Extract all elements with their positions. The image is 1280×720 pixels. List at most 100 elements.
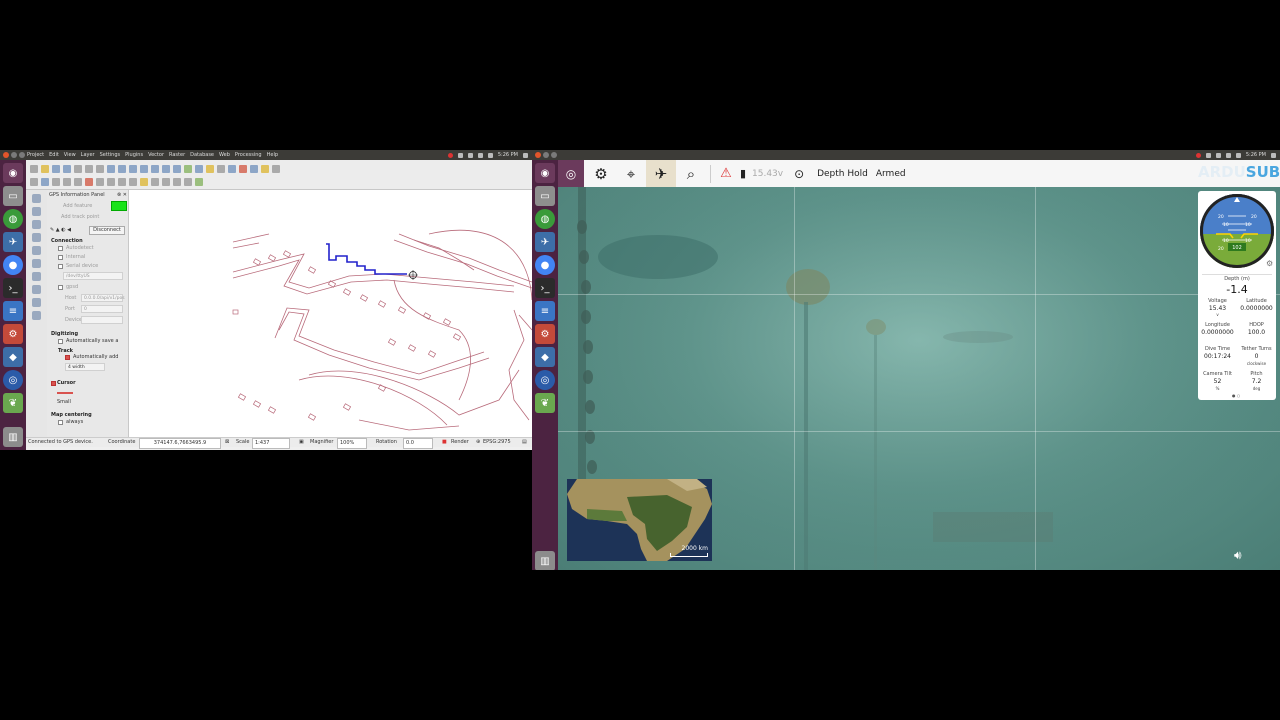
analyze-icon[interactable]: ⌕ bbox=[676, 160, 706, 187]
menu-plugins[interactable]: Plugins bbox=[125, 150, 143, 160]
add-wms-layer-icon[interactable] bbox=[32, 272, 41, 281]
gpsd-radio[interactable] bbox=[58, 285, 63, 290]
zoom-full-icon[interactable] bbox=[129, 165, 137, 173]
magnifier-field[interactable]: 100% bbox=[337, 438, 367, 449]
maximize-window-button[interactable] bbox=[551, 152, 557, 158]
dash-icon[interactable]: ◉ bbox=[3, 163, 23, 183]
wifi-icon[interactable] bbox=[1215, 152, 1221, 158]
attribute-table-icon[interactable] bbox=[228, 165, 236, 173]
leaf-app-icon[interactable]: ❦ bbox=[3, 393, 23, 413]
text-editor-icon[interactable]: ≡ bbox=[3, 301, 23, 321]
add-oracle-layer-icon[interactable] bbox=[32, 259, 41, 268]
qgc-app-icon[interactable]: ◎ bbox=[535, 370, 555, 390]
panel-tab-icons[interactable]: ✎ ▲ ◐ ◀ bbox=[50, 227, 71, 233]
add-track-point-button[interactable]: Add track point bbox=[61, 214, 99, 220]
crs-label[interactable]: EPSG:2975 bbox=[483, 438, 511, 447]
map-canvas[interactable] bbox=[129, 190, 532, 440]
new-project-icon[interactable] bbox=[30, 165, 38, 173]
serial-device-radio[interactable] bbox=[58, 264, 63, 269]
device-field[interactable] bbox=[81, 316, 123, 324]
leaf-app-icon[interactable]: ❦ bbox=[535, 393, 555, 413]
scale-field[interactable]: 1:437 bbox=[252, 438, 290, 449]
terminal-icon[interactable]: ›_ bbox=[535, 278, 555, 298]
settings-gears-icon[interactable]: ⚙ bbox=[586, 160, 616, 187]
add-wcs-layer-icon[interactable] bbox=[32, 285, 41, 294]
record-icon[interactable] bbox=[447, 152, 453, 158]
refresh-icon[interactable] bbox=[184, 165, 192, 173]
add-feature-button[interactable]: Add feature bbox=[63, 203, 92, 209]
add-raster-layer-icon[interactable] bbox=[32, 207, 41, 216]
menu-vector[interactable]: Vector bbox=[148, 150, 164, 160]
composer-manager-icon[interactable] bbox=[85, 165, 93, 173]
lock-icon[interactable]: ▣ bbox=[299, 438, 304, 447]
crs-icon[interactable]: ⊕ bbox=[476, 438, 480, 447]
print-composer-icon[interactable] bbox=[74, 165, 82, 173]
autodetect-radio[interactable] bbox=[58, 246, 63, 251]
port-field[interactable]: 0 bbox=[81, 305, 123, 313]
label-show-icon[interactable] bbox=[151, 178, 159, 186]
internal-radio[interactable] bbox=[58, 255, 63, 260]
messages-icon[interactable]: ▤ bbox=[522, 438, 527, 447]
mini-map[interactable]: 2000 km bbox=[567, 479, 712, 561]
cursor-checkbox[interactable] bbox=[51, 381, 56, 386]
cursor-size-slider[interactable] bbox=[57, 392, 73, 394]
menu-settings[interactable]: Settings bbox=[100, 150, 121, 160]
add-delimited-text-icon[interactable] bbox=[32, 311, 41, 320]
menu-web[interactable]: Web bbox=[219, 150, 230, 160]
qgc-logo-icon[interactable]: ◎ bbox=[558, 160, 584, 187]
label-move-icon[interactable] bbox=[162, 178, 170, 186]
close-window-button[interactable] bbox=[535, 152, 541, 158]
maximize-window-button[interactable] bbox=[19, 152, 25, 158]
volume-icon[interactable] bbox=[487, 152, 493, 158]
zoom-out-icon[interactable] bbox=[118, 165, 126, 173]
arm-state[interactable]: Armed bbox=[876, 169, 906, 179]
menu-raster[interactable]: Raster bbox=[169, 150, 185, 160]
node-tool-icon[interactable] bbox=[74, 178, 82, 186]
host-field[interactable]: 0.0.0.0/api/v1/pos bbox=[81, 294, 125, 302]
wifi-icon[interactable] bbox=[467, 152, 473, 158]
keyboard-icon[interactable] bbox=[1205, 152, 1211, 158]
menu-edit[interactable]: Edit bbox=[49, 150, 59, 160]
minimize-window-button[interactable] bbox=[543, 152, 549, 158]
map-centering-radio[interactable] bbox=[58, 420, 63, 425]
battery-voltage[interactable]: 15.43v bbox=[752, 169, 783, 179]
menu-processing[interactable]: Processing bbox=[235, 150, 262, 160]
trash-icon[interactable]: ▥ bbox=[535, 551, 555, 570]
menu-database[interactable]: Database bbox=[190, 150, 214, 160]
pan-icon[interactable] bbox=[96, 165, 104, 173]
submarine-icon[interactable]: ⊙ bbox=[787, 160, 811, 187]
minimize-window-button[interactable] bbox=[11, 152, 17, 158]
identify-icon[interactable] bbox=[195, 165, 203, 173]
coordinate-field[interactable]: 374147.6,7663495.9 bbox=[139, 438, 221, 449]
dash-icon[interactable]: ◉ bbox=[535, 163, 555, 183]
python-console-icon[interactable] bbox=[195, 178, 203, 186]
menu-project[interactable]: Project bbox=[27, 150, 44, 160]
add-wfs-layer-icon[interactable] bbox=[32, 298, 41, 307]
record-icon[interactable] bbox=[1195, 152, 1201, 158]
label-pin-icon[interactable] bbox=[140, 178, 148, 186]
statistics-icon[interactable] bbox=[239, 165, 247, 173]
submarine-app-icon[interactable]: ◆ bbox=[535, 347, 555, 367]
battery-icon[interactable] bbox=[1225, 152, 1231, 158]
menu-help[interactable]: Help bbox=[267, 150, 278, 160]
add-vector-layer-icon[interactable] bbox=[32, 194, 41, 203]
auto-save-checkbox[interactable] bbox=[58, 339, 63, 344]
menu-layer[interactable]: Layer bbox=[81, 150, 95, 160]
qgis-app-icon[interactable]: ◍ bbox=[535, 209, 555, 229]
label-rotate-icon[interactable] bbox=[173, 178, 181, 186]
cut-icon[interactable] bbox=[96, 178, 104, 186]
label-icon[interactable] bbox=[129, 178, 137, 186]
qgc-app-icon[interactable]: ◎ bbox=[3, 370, 23, 390]
save-project-icon[interactable] bbox=[52, 165, 60, 173]
files-icon[interactable]: ▭ bbox=[3, 186, 23, 206]
paste-icon[interactable] bbox=[118, 178, 126, 186]
edit-pencil-icon[interactable] bbox=[30, 178, 38, 186]
render-checkbox-icon[interactable]: ■ bbox=[442, 438, 447, 447]
save-edits-icon[interactable] bbox=[41, 178, 49, 186]
move-feature-icon[interactable] bbox=[63, 178, 71, 186]
power-icon[interactable] bbox=[1271, 152, 1276, 158]
label-change-icon[interactable] bbox=[184, 178, 192, 186]
save-as-icon[interactable] bbox=[63, 165, 71, 173]
delete-selected-icon[interactable] bbox=[85, 178, 93, 186]
page-indicator-dots[interactable]: ● ○ bbox=[1232, 393, 1240, 398]
